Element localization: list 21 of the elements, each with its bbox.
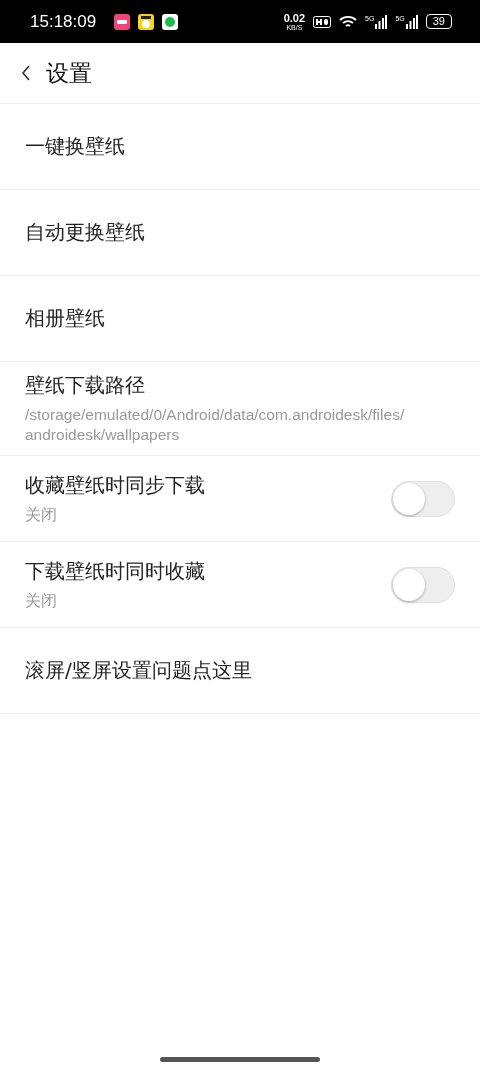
page-title: 设置 [46, 58, 92, 88]
setting-status: 关闭 [25, 505, 58, 526]
wifi-icon [339, 14, 358, 29]
toggle-switch[interactable] [391, 480, 455, 517]
setting-status: 关闭 [25, 591, 58, 612]
battery-indicator: 39 [425, 14, 452, 29]
setting-title: 下载壁纸时同时收藏 [25, 558, 206, 586]
back-icon [20, 64, 32, 82]
app-icon [114, 13, 131, 30]
toggle-switch[interactable] [391, 566, 455, 603]
setting-title: 壁纸下载路径 [25, 372, 146, 399]
setting-title: 收藏壁纸时同步下载 [25, 472, 206, 500]
app-icon [162, 13, 179, 30]
settings-item[interactable]: 自动更换壁纸 [0, 190, 480, 276]
settings-item[interactable]: 相册壁纸 [0, 276, 480, 362]
hd-icon [313, 15, 332, 28]
settings-item[interactable]: 一键换壁纸 [0, 104, 480, 190]
settings-item[interactable]: 滚屏/竖屏设置问题点这里 [0, 628, 480, 715]
setting-path: /storage/emulated/0/Android/data/com.androidesk/files/androidesk/wallpapers [25, 405, 406, 446]
app-icon [138, 13, 155, 30]
status-time: 15:18:09 [30, 11, 97, 32]
